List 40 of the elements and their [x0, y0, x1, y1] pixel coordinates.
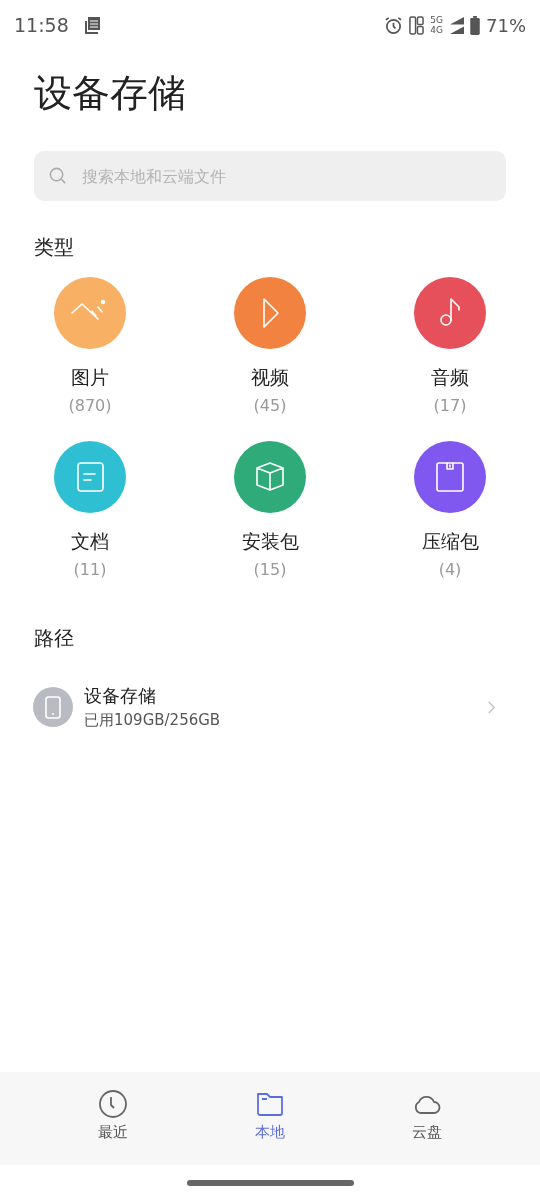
category-count: (17) [433, 396, 467, 416]
nav-tab[interactable]: 本地 [220, 1072, 320, 1165]
signal-icon [449, 15, 464, 35]
clock-icon [98, 1089, 129, 1119]
archive-category-icon[interactable] [414, 441, 486, 513]
video-category-icon[interactable] [234, 277, 306, 349]
network-type: 5G [430, 15, 443, 25]
audio-category-icon[interactable] [414, 277, 486, 349]
battery-percent: 71% [486, 14, 526, 36]
category-count: (45) [253, 396, 287, 416]
category-count: (11) [73, 560, 107, 580]
category-count: (15) [253, 560, 287, 580]
chevron-right-icon[interactable] [487, 699, 496, 715]
category-label: 文档 [71, 529, 109, 553]
package-category-icon[interactable] [234, 441, 306, 513]
category-count: (870) [68, 396, 112, 416]
network-type: 4G [430, 25, 443, 35]
nav-tab[interactable]: 云盘 [376, 1072, 477, 1165]
section-heading: 类型 [34, 235, 75, 259]
section-heading: 路径 [34, 626, 75, 650]
storage-usage: 已用109GB/256GB [84, 710, 222, 730]
phone-icon [33, 687, 73, 727]
home-indicator[interactable] [186, 1179, 354, 1186]
sim-card-icon [409, 15, 425, 35]
category-count: (4) [438, 560, 462, 580]
document-category-icon[interactable] [54, 441, 126, 513]
search-field[interactable]: 搜索本地和云端文件 [34, 151, 506, 201]
category-label: 安装包 [241, 529, 299, 553]
battery-icon [470, 15, 480, 35]
alarm-icon [384, 15, 404, 35]
category-label: 图片 [71, 365, 109, 389]
category-label: 音频 [431, 365, 469, 389]
storage-name[interactable]: 设备存储 [84, 684, 476, 708]
category-label: 视频 [251, 365, 289, 389]
page-title: 设备存储 [34, 70, 187, 116]
status-time: 11:58 [14, 14, 69, 36]
image-category-icon[interactable] [54, 277, 126, 349]
category-label: 压缩包 [421, 529, 479, 553]
nav-tab[interactable]: 最近 [63, 1072, 164, 1165]
notification-icon [82, 16, 101, 34]
